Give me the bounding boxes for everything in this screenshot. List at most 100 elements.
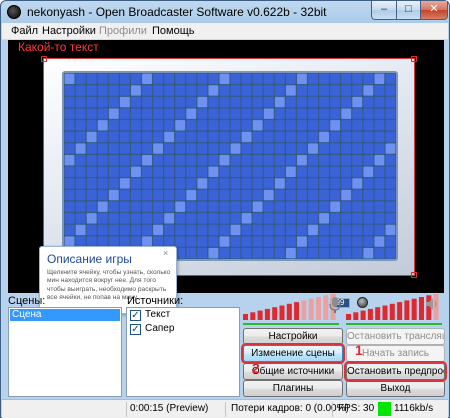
mine-cell <box>219 120 230 131</box>
mine-cell <box>374 213 385 224</box>
meter-segment <box>353 312 359 320</box>
exit-button[interactable]: Выход <box>346 380 445 397</box>
mine-cell <box>297 224 307 236</box>
mine-cell <box>208 178 219 189</box>
mine-cell <box>119 120 130 131</box>
mine-cell <box>197 96 208 108</box>
mine-cell <box>86 166 97 178</box>
microphone-icon[interactable] <box>328 296 342 314</box>
mine-cell <box>252 213 263 224</box>
mine-cell <box>197 143 208 154</box>
close-button[interactable]: ✕ <box>420 1 448 20</box>
source-saper-checkbox[interactable]: ✓ <box>130 324 141 335</box>
mine-cell <box>131 73 141 85</box>
mine-cell <box>385 96 396 108</box>
mine-cell <box>108 166 119 178</box>
mine-cell <box>385 166 396 178</box>
mine-cell <box>330 166 341 178</box>
status-bar: 0:00:15 (Preview) Потери кадров: 0 (0.00… <box>2 399 448 418</box>
mine-cell <box>197 201 208 212</box>
preview-area[interactable]: Какой-то текст × Описание игры Щелкните … <box>8 40 444 314</box>
mine-cell <box>142 201 152 212</box>
speaker-icon[interactable] <box>425 297 439 311</box>
mine-cell <box>197 85 208 96</box>
mine-cell <box>119 131 130 143</box>
sources-list[interactable]: ✓ Текст ✓ Сапер <box>126 307 240 397</box>
mine-cell <box>75 178 86 189</box>
mine-cell <box>352 201 363 212</box>
mine-cell <box>75 166 86 178</box>
mine-cell <box>352 236 363 247</box>
source-item-text[interactable]: Текст <box>143 309 170 321</box>
plugins-button[interactable]: Плагины <box>243 380 343 397</box>
title-bar[interactable]: nekonyash - Open Broadcaster Software v0… <box>1 1 449 23</box>
resize-handle-top-left[interactable] <box>41 56 47 62</box>
mine-cell <box>374 224 385 236</box>
mine-cell <box>142 73 152 85</box>
meter-segment <box>375 307 381 320</box>
mine-cell <box>385 120 396 131</box>
mine-cell <box>341 154 352 166</box>
close-icon[interactable]: × <box>163 249 172 258</box>
audio-volume-bars[interactable] <box>243 322 450 326</box>
maximize-button[interactable]: □ <box>396 1 421 20</box>
mine-cell <box>175 213 186 224</box>
mine-cell <box>297 96 307 108</box>
menu-file[interactable]: Файл <box>11 24 38 39</box>
mine-cell <box>285 73 296 85</box>
mine-cell <box>219 73 230 85</box>
mine-cell <box>341 201 352 212</box>
mine-cell <box>241 224 252 236</box>
mine-cell <box>285 85 296 96</box>
minesweeper-source[interactable] <box>41 56 417 278</box>
mine-cell <box>208 224 219 236</box>
mine-cell <box>241 154 252 166</box>
mine-cell <box>319 247 329 259</box>
mine-cell <box>108 154 119 166</box>
mine-cell <box>341 96 352 108</box>
mine-cell <box>186 247 197 259</box>
mine-cell <box>385 143 396 154</box>
source-text-checkbox[interactable]: ✓ <box>130 310 141 321</box>
meter-segment <box>250 312 256 320</box>
mine-cell <box>64 213 75 224</box>
source-item-saper[interactable]: Сапер <box>143 323 174 335</box>
mine-cell <box>230 96 241 108</box>
mine-cell <box>142 131 152 143</box>
menu-help[interactable]: Помощь <box>152 24 195 39</box>
menu-settings[interactable]: Настройки <box>42 24 96 39</box>
mine-cell <box>274 85 285 96</box>
mine-cell <box>119 189 130 201</box>
mine-cell <box>385 236 396 247</box>
scene-item[interactable]: Сцена <box>10 309 120 321</box>
mine-cell <box>363 178 374 189</box>
mine-cell <box>319 166 329 178</box>
resize-handle-top-right[interactable] <box>411 56 417 62</box>
mine-cell <box>164 108 175 119</box>
meter-segment <box>404 300 410 320</box>
meter-segment <box>346 314 351 320</box>
mine-cell <box>153 178 163 189</box>
text-source-overlay: Какой-то текст <box>18 40 99 54</box>
mine-cell <box>241 189 252 201</box>
mine-cell <box>285 213 296 224</box>
mine-cell <box>208 189 219 201</box>
mine-cell <box>363 189 374 201</box>
mine-cell <box>385 213 396 224</box>
mine-cell <box>153 108 163 119</box>
resize-handle-bottom-right[interactable] <box>411 272 417 278</box>
mine-cell <box>274 189 285 201</box>
mine-cell <box>197 166 208 178</box>
mine-cell <box>274 247 285 259</box>
menu-profiles[interactable]: Профили <box>99 24 147 39</box>
mine-cell <box>186 178 197 189</box>
mine-cell <box>241 178 252 189</box>
mine-cell <box>153 213 163 224</box>
mine-cell <box>341 178 352 189</box>
mine-cell <box>64 73 75 85</box>
scenes-list[interactable]: Сцена <box>8 307 122 397</box>
mine-cell <box>164 96 175 108</box>
meter-segment <box>316 297 321 320</box>
mine-cell <box>263 143 274 154</box>
minimize-button[interactable]: – <box>371 1 397 20</box>
